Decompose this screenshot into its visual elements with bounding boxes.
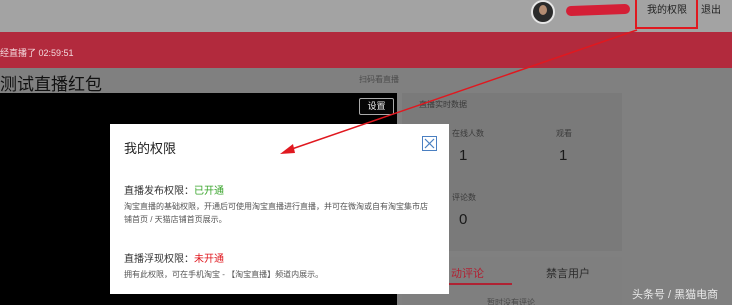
- annotation-arrow: [280, 29, 638, 154]
